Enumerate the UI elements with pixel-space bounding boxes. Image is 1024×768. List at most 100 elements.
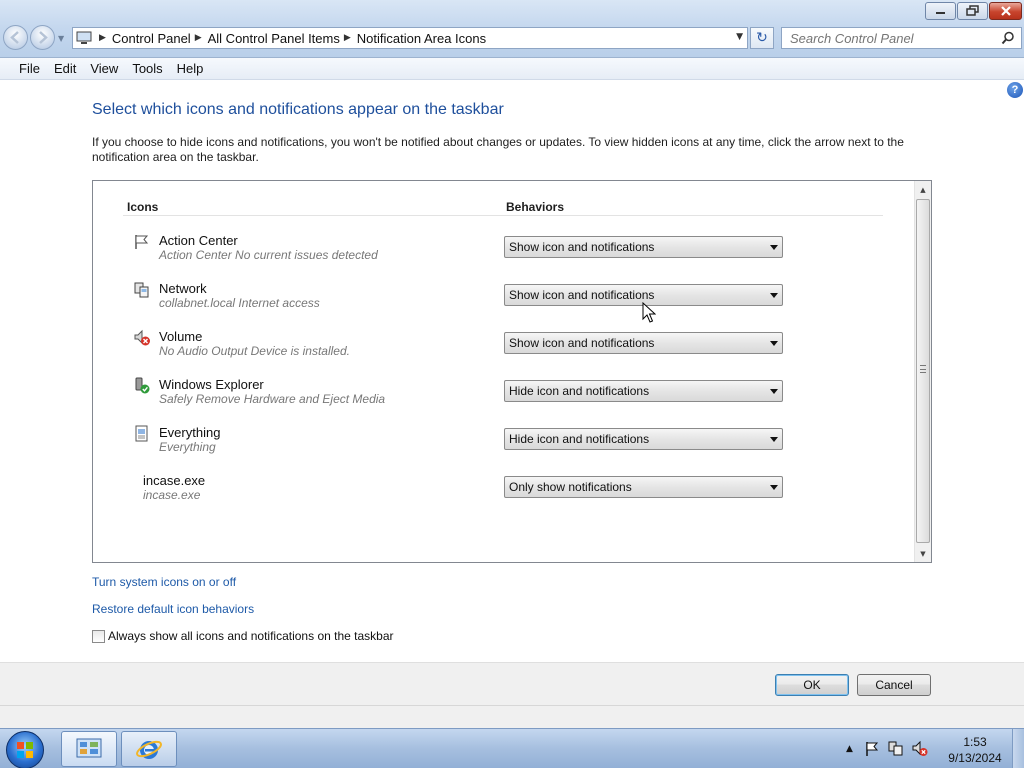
help-icon[interactable]: ? (1007, 82, 1023, 98)
chevron-down-icon (770, 293, 778, 298)
item-name: Action Center (159, 233, 238, 248)
item-subtitle: Everything (159, 440, 216, 454)
ok-button[interactable]: OK (775, 674, 849, 696)
behavior-value: Hide icon and notifications (509, 384, 650, 398)
behavior-dropdown[interactable]: Only show notifications (504, 476, 783, 498)
window-titlebar: ▼ ▶ Control Panel ▶ All Control Panel It… (0, 0, 1024, 58)
chevron-down-icon (770, 437, 778, 442)
menu-bar: File Edit View Tools Help (0, 58, 1024, 80)
behavior-dropdown[interactable]: Hide icon and notifications (504, 428, 783, 450)
volume-muted-icon[interactable] (911, 740, 929, 758)
search-icon[interactable] (1001, 31, 1015, 45)
safely-remove-icon (135, 377, 150, 394)
windows-logo-icon (17, 742, 33, 758)
internet-explorer-icon (136, 740, 162, 759)
taskbar-control-panel[interactable] (61, 731, 117, 767)
behavior-dropdown[interactable]: Hide icon and notifications (504, 380, 783, 402)
address-dropdown-icon[interactable]: ▼ (736, 32, 743, 42)
close-icon (1000, 6, 1011, 16)
taskbar-internet-explorer[interactable] (121, 731, 177, 767)
list-item-everything: Everything Everything Hide icon and noti… (93, 425, 913, 469)
network-icon (134, 282, 149, 298)
cancel-button[interactable]: Cancel (857, 674, 931, 696)
breadcrumb-control-panel[interactable]: Control Panel (112, 31, 191, 46)
behavior-value: Show icon and notifications (509, 240, 655, 254)
list-item-volume: Volume No Audio Output Device is install… (93, 329, 913, 373)
show-desktop-button[interactable] (1012, 729, 1024, 768)
arrow-left-icon (10, 31, 19, 44)
restore-defaults-link[interactable]: Restore default icon behaviors (92, 602, 254, 616)
forward-button[interactable] (30, 25, 55, 50)
grip-icon (920, 365, 926, 373)
everything-icon (135, 425, 148, 442)
scroll-up-arrow-icon[interactable]: ▲ (915, 181, 931, 198)
mouse-cursor-icon (642, 302, 656, 323)
scroll-thumb[interactable] (916, 199, 930, 543)
list-item-network: Network collabnet.local Internet access … (93, 281, 913, 325)
always-show-label[interactable]: Always show all icons and notifications … (108, 629, 394, 643)
column-header-icons: Icons (127, 200, 159, 214)
notification-area: ▲ (846, 729, 935, 768)
network-icon[interactable] (887, 740, 905, 758)
item-name: Volume (159, 329, 203, 344)
scroll-down-arrow-icon[interactable]: ▼ (915, 545, 931, 562)
breadcrumb-notification-area-icons[interactable]: Notification Area Icons (357, 31, 486, 46)
vertical-scrollbar[interactable]: ▲ ▼ (914, 181, 931, 562)
always-show-option[interactable]: Always show all icons and notifications … (92, 629, 394, 643)
page-title: Select which icons and notifications app… (92, 101, 504, 118)
chevron-down-icon (770, 389, 778, 394)
turn-system-icons-link[interactable]: Turn system icons on or off (92, 575, 236, 589)
close-button[interactable] (989, 2, 1022, 20)
list-item-windows-explorer: Windows Explorer Safely Remove Hardware … (93, 377, 913, 421)
item-name: incase.exe (143, 473, 206, 488)
show-hidden-icons-icon[interactable]: ▲ (846, 744, 853, 754)
icon-behaviors-list: Icons Behaviors Action Center Action Cen… (92, 180, 932, 563)
item-subtitle: Action Center No current issues detected (159, 248, 378, 262)
breadcrumb-separator[interactable]: ▶ (195, 33, 202, 43)
minimize-icon (935, 12, 945, 14)
arrow-right-icon (39, 31, 48, 44)
search-box[interactable] (781, 27, 1022, 49)
item-name: Network (159, 281, 207, 296)
behavior-value: Show icon and notifications (509, 336, 655, 350)
behavior-value: Hide icon and notifications (509, 432, 650, 446)
clock-date: 9/13/2024 (948, 751, 1002, 765)
minimize-button[interactable] (925, 2, 956, 20)
clock-time: 1:53 (963, 735, 987, 749)
item-name: Windows Explorer (159, 377, 264, 392)
behavior-value: Only show notifications (509, 480, 632, 494)
list-item-incase: incase.exe incase.exe Only show notifica… (93, 473, 913, 517)
menu-help[interactable]: Help (170, 61, 211, 76)
chevron-down-icon (770, 341, 778, 346)
search-input[interactable] (782, 28, 992, 48)
item-subtitle: incase.exe (143, 488, 201, 502)
control-panel-icon (76, 738, 102, 758)
volume-muted-icon (134, 329, 150, 346)
behavior-dropdown[interactable]: Show icon and notifications (504, 332, 783, 354)
menu-tools[interactable]: Tools (125, 61, 169, 76)
breadcrumb-all-items[interactable]: All Control Panel Items (208, 31, 340, 46)
breadcrumb-separator[interactable]: ▶ (344, 33, 351, 43)
restore-icon (965, 5, 979, 16)
item-subtitle: collabnet.local Internet access (159, 296, 320, 310)
breadcrumb-separator: ▶ (99, 33, 106, 43)
behavior-dropdown[interactable]: Show icon and notifications (504, 236, 783, 258)
flag-icon[interactable] (863, 740, 881, 758)
menu-view[interactable]: View (83, 61, 125, 76)
recent-pages-dropdown[interactable]: ▼ (58, 34, 64, 43)
system-clock[interactable]: 1:53 9/13/2024 (940, 734, 1010, 766)
address-bar[interactable]: ▶ Control Panel ▶ All Control Panel Item… (72, 27, 748, 49)
refresh-button[interactable]: ↻ (750, 27, 774, 49)
flag-icon (135, 235, 149, 249)
header-divider (123, 215, 883, 216)
menu-file[interactable]: File (12, 61, 47, 76)
status-strip (0, 705, 1024, 728)
restore-button[interactable] (957, 2, 988, 20)
menu-edit[interactable]: Edit (47, 61, 83, 76)
chevron-down-icon (770, 485, 778, 490)
back-button[interactable] (3, 25, 28, 50)
start-button[interactable] (6, 731, 44, 768)
refresh-icon: ↻ (756, 30, 768, 46)
page-description: If you choose to hide icons and notifica… (92, 135, 904, 164)
always-show-checkbox[interactable] (92, 629, 105, 643)
